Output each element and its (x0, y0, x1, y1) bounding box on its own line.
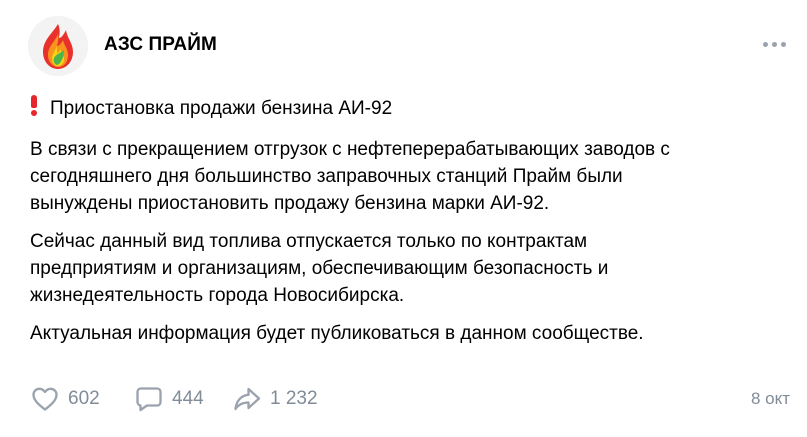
share-count: 1 232 (270, 388, 318, 409)
paragraph-line: Сейчас данный вид топлива отпускается то… (30, 231, 588, 252)
headline-text: Приостановка продажи бензина АИ-92 (50, 98, 393, 119)
post-text: Приостановка продажи бензина АИ-92 В свя… (30, 95, 782, 358)
paragraph-2: Сейчас данный вид топлива отпускается то… (30, 228, 782, 309)
more-options-icon[interactable] (763, 40, 789, 50)
paragraph-line: вынуждены приостановить продажу бензина … (30, 193, 550, 214)
paragraph-3: Актуальная информация будет публиковатьс… (30, 320, 782, 347)
like-count: 602 (68, 388, 100, 409)
comment-count: 444 (172, 388, 204, 409)
paragraph-line: сегодняшнего дня большинство заправочных… (30, 166, 623, 187)
share-icon (234, 387, 261, 411)
share-button[interactable]: 1 232 (232, 384, 318, 414)
comment-button[interactable]: 444 (134, 384, 204, 414)
post-headline: Приостановка продажи бензина АИ-92 (30, 95, 782, 122)
red-exclamation-icon (30, 95, 38, 116)
post-date[interactable]: 8 окт (751, 389, 790, 409)
post-header: АЗС ПРАЙМ (28, 14, 788, 78)
paragraph-1: В связи с прекращением отгрузок с нефтеп… (30, 136, 782, 217)
paragraph-line: Актуальная информация будет публиковатьс… (30, 323, 644, 344)
paragraph-line: предприятиям и организациям, обеспечиваю… (30, 258, 609, 279)
community-name[interactable]: АЗС ПРАЙМ (104, 34, 217, 56)
comment-icon (136, 387, 162, 412)
like-button[interactable]: 602 (30, 384, 100, 414)
flame-logo-icon (28, 16, 88, 76)
paragraph-line: В связи с прекращением отгрузок с нефтеп… (30, 139, 670, 160)
post-card: АЗС ПРАЙМ Приостановка продажи бензина А… (0, 0, 807, 437)
paragraph-line: жизнедеятельность города Новосибирска. (30, 285, 405, 306)
post-actions: 602 444 1 232 8 окт (30, 384, 790, 416)
heart-icon (32, 387, 58, 411)
community-avatar[interactable] (28, 16, 88, 76)
